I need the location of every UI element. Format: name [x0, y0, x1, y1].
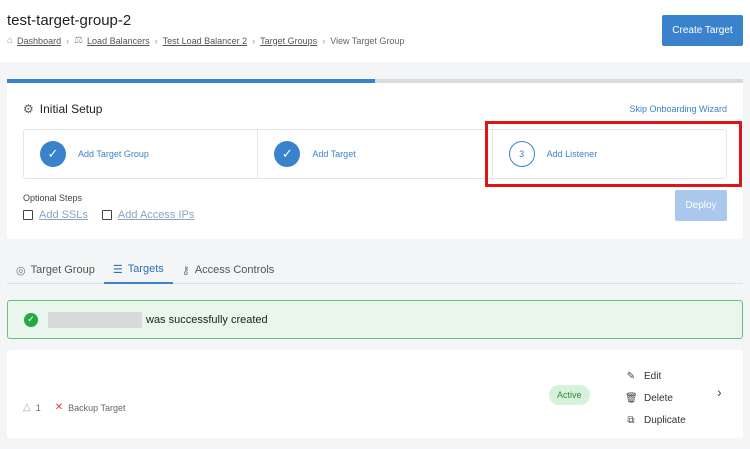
tab-bar: ◎ Target Group ☰ Targets ⚷ Access Contro…	[7, 256, 743, 284]
trash-icon: 🗑	[625, 392, 638, 404]
highlight-box	[485, 121, 742, 187]
alert-message: was successfully created	[146, 313, 268, 326]
step-label: Add Target	[312, 149, 356, 159]
duplicate-button[interactable]: ⧉ Duplicate	[625, 409, 686, 431]
optional-step-add-ssls[interactable]: Add SSLs	[23, 209, 88, 221]
optional-steps-title: Optional Steps	[23, 193, 83, 203]
create-target-button[interactable]: Create Target	[662, 15, 743, 46]
chevron-right-icon: ›	[66, 35, 70, 46]
target-row[interactable]: △ 1 ✕ Backup Target Active ✎ Edit 🗑 Dele…	[7, 350, 743, 438]
optional-step-label[interactable]: Add Access IPs	[118, 209, 194, 221]
tab-target-group[interactable]: ◎ Target Group	[7, 256, 104, 284]
home-icon: ⌂	[7, 35, 14, 46]
chevron-right-icon[interactable]: ›	[717, 384, 722, 400]
step-add-target[interactable]: ✓ Add Target	[258, 130, 493, 178]
checkbox[interactable]	[101, 210, 112, 220]
target-actions: ✎ Edit 🗑 Delete ⧉ Duplicate	[625, 365, 686, 431]
optional-steps: Add SSLs Add Access IPs	[23, 209, 208, 221]
checkbox[interactable]	[23, 210, 33, 220]
tab-access-controls[interactable]: ⚷ Access Controls	[173, 256, 284, 284]
action-label: Edit	[644, 370, 662, 382]
chevron-right-icon: ›	[322, 35, 326, 46]
optional-step-label[interactable]: Add SSLs	[39, 209, 88, 221]
page-title: test-target-group-2	[7, 12, 132, 29]
tab-label: Targets	[127, 263, 164, 275]
check-icon: ✓	[274, 141, 301, 167]
close-icon: ✕	[54, 402, 64, 413]
breadcrumb-target-groups[interactable]: Target Groups	[260, 36, 317, 46]
action-label: Delete	[644, 392, 673, 404]
copy-icon: ⧉	[627, 414, 635, 426]
breadcrumb-dashboard[interactable]: Dashboard	[17, 36, 61, 46]
page-header: test-target-group-2 ⌂ Dashboard › ⚖ Load…	[0, 0, 750, 62]
breadcrumb-load-balancers[interactable]: Load Balancers	[87, 36, 150, 46]
optional-step-add-access-ips[interactable]: Add Access IPs	[101, 209, 194, 221]
setup-title: ⚙ Initial Setup	[23, 102, 102, 116]
chevron-right-icon: ›	[154, 35, 158, 46]
success-alert: ✓ was successfully created	[7, 300, 743, 339]
check-circle-icon: ✓	[24, 312, 38, 327]
redacted-name	[48, 311, 142, 328]
target-icon: ◎	[16, 264, 26, 277]
edit-button[interactable]: ✎ Edit	[625, 365, 686, 387]
delete-button[interactable]: 🗑 Delete	[625, 387, 686, 409]
load-balancer-icon: ⚖	[74, 35, 84, 46]
breadcrumb: ⌂ Dashboard › ⚖ Load Balancers › Test Lo…	[7, 35, 404, 46]
status-badge: Active	[549, 385, 590, 405]
chevron-right-icon: ›	[252, 35, 256, 46]
deploy-button[interactable]: Deploy	[675, 190, 727, 221]
check-icon: ✓	[40, 141, 66, 167]
target-info: △ 1 ✕ Backup Target	[23, 402, 125, 413]
gears-icon: ⚙	[23, 102, 34, 116]
tab-label: Access Controls	[194, 264, 275, 276]
tab-targets[interactable]: ☰ Targets	[103, 256, 173, 284]
setup-title-text: Initial Setup	[39, 102, 103, 116]
key-icon: ⚷	[181, 264, 190, 277]
list-icon: ☰	[112, 263, 123, 276]
step-label: Add Target Group	[78, 149, 149, 159]
target-name: Backup Target	[68, 402, 126, 413]
warning-icon: △	[23, 402, 31, 413]
tab-label: Target Group	[30, 264, 95, 276]
step-add-target-group[interactable]: ✓ Add Target Group	[24, 130, 259, 178]
action-label: Duplicate	[644, 414, 686, 426]
breadcrumb-load-balancer[interactable]: Test Load Balancer 2	[163, 36, 248, 46]
breadcrumb-current: View Target Group	[330, 35, 405, 46]
target-count: 1	[35, 402, 41, 413]
pencil-icon: ✎	[626, 370, 636, 382]
skip-onboarding-link[interactable]: Skip Onboarding Wizard	[629, 104, 727, 114]
